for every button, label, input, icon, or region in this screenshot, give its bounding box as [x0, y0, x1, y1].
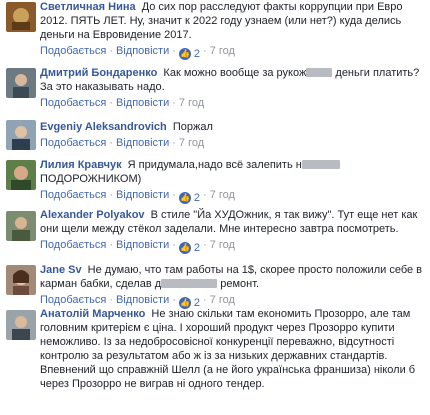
- avatar[interactable]: [6, 160, 36, 190]
- reaction-count[interactable]: 👍 2: [178, 242, 200, 255]
- avatar[interactable]: [6, 68, 36, 98]
- reply-link[interactable]: Відповісти: [116, 294, 169, 306]
- like-link[interactable]: Подобається: [40, 45, 106, 57]
- like-icon: 👍: [178, 192, 191, 204]
- comment-body: Не знаю скільки там економить Прозорро, …: [40, 308, 416, 390]
- comment-actions: Подобається · Відповісти · 👍 2 · 7 год: [40, 239, 235, 255]
- reply-link[interactable]: Відповісти: [116, 239, 169, 251]
- comment-text: Лилия Кравчук Я придумала,надо всё залеп…: [40, 158, 424, 186]
- timestamp[interactable]: 7 год: [179, 97, 204, 109]
- comment-actions: Подобається · Відповісти · 7 год: [40, 97, 205, 109]
- avatar[interactable]: [6, 265, 36, 295]
- redaction: [301, 160, 340, 169]
- comment-text: Дмитрий Бондаренко Как можно вообще за р…: [40, 66, 424, 94]
- redaction: [161, 279, 218, 288]
- comment-body: Я придумала,надо всё залепить н: [127, 159, 302, 171]
- like-icon: 👍: [178, 242, 191, 254]
- comment-body-cont: ремонт.: [217, 278, 260, 290]
- timestamp[interactable]: 7 год: [210, 294, 235, 306]
- like-link[interactable]: Подобається: [40, 239, 106, 251]
- like-link[interactable]: Подобається: [40, 294, 106, 306]
- reply-link[interactable]: Відповісти: [116, 189, 169, 201]
- author-name[interactable]: Лилия Кравчук: [40, 159, 122, 171]
- author-name[interactable]: Jane Sv: [40, 264, 82, 276]
- author-name[interactable]: Дмитрий Бондаренко: [40, 67, 157, 79]
- redaction: [306, 68, 333, 77]
- comment-body-cont: ПОДОРОЖНИКОМ): [40, 173, 142, 185]
- comment-actions: Подобається · Відповісти · 👍 2 · 7 год: [40, 189, 235, 205]
- like-link[interactable]: Подобається: [40, 189, 106, 201]
- comment-text: Светличная Нина До сих пор расследуют фа…: [40, 0, 424, 42]
- author-name[interactable]: Alexander Polyakov: [40, 209, 145, 221]
- comment-body: Как можно вообще за рукож: [163, 67, 307, 79]
- reply-link[interactable]: Відповісти: [116, 97, 169, 109]
- author-name[interactable]: Анатолій Марченко: [40, 308, 145, 320]
- avatar[interactable]: [6, 2, 36, 32]
- timestamp[interactable]: 7 год: [210, 189, 235, 201]
- reaction-count[interactable]: 👍 2: [178, 192, 200, 205]
- timestamp[interactable]: 7 год: [210, 239, 235, 251]
- comment-body: Поржал: [172, 121, 213, 133]
- like-link[interactable]: Подобається: [40, 97, 106, 109]
- timestamp[interactable]: 7 год: [210, 45, 235, 57]
- reply-link[interactable]: Відповісти: [116, 45, 169, 57]
- avatar[interactable]: [6, 120, 36, 150]
- reaction-count[interactable]: 👍 2: [178, 48, 200, 61]
- comment-actions: Подобається · Відповісти · 7 год: [40, 137, 205, 149]
- comment-actions: Подобається · Відповісти · 👍 2 · 7 год: [40, 45, 235, 61]
- comment-text: Jane Sv Не думаю, что там работы на 1$, …: [40, 263, 424, 291]
- like-link[interactable]: Подобається: [40, 137, 106, 149]
- avatar[interactable]: [6, 310, 36, 340]
- timestamp[interactable]: 7 год: [179, 137, 204, 149]
- comment-text: Alexander Polyakov В стиле "Йа ХУДОжник,…: [40, 208, 424, 236]
- avatar[interactable]: [6, 211, 36, 241]
- reply-link[interactable]: Відповісти: [116, 137, 169, 149]
- author-name[interactable]: Светличная Нина: [40, 1, 136, 13]
- author-name[interactable]: Evgeniy Aleksandrovich: [40, 121, 167, 133]
- comment-list: Светличная Нина До сих пор расследуют фа…: [0, 0, 430, 415]
- comment-text: Evgeniy Aleksandrovich Поржал: [40, 120, 424, 134]
- comment-text: Анатолій Марченко Не знаю скільки там ек…: [40, 307, 424, 391]
- like-icon: 👍: [178, 48, 191, 60]
